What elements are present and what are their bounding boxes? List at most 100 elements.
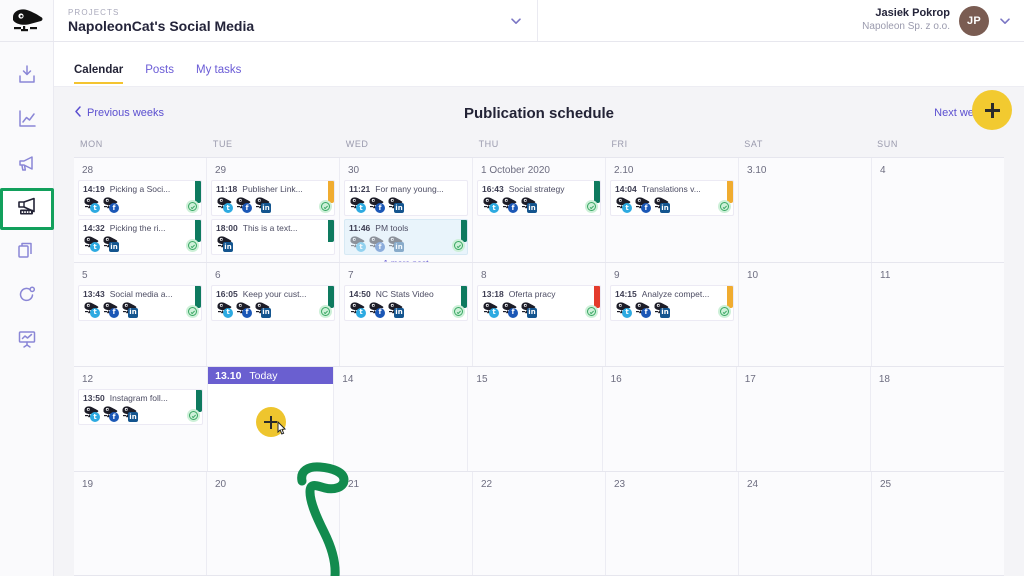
post-card[interactable]: 18:00 This is a text... in <box>211 219 335 255</box>
dow-thu: THU <box>478 139 499 149</box>
post-card[interactable]: 14:32 Picking the ri... t in <box>78 219 202 255</box>
calendar-day-cell[interactable]: 14 <box>334 367 469 471</box>
tab-calendar-label: Calendar <box>74 64 124 76</box>
post-card[interactable]: 14:15 Analyze compet... t f in <box>610 284 734 321</box>
day-number: 18 <box>878 374 890 385</box>
linkedin-badge-icon: in <box>527 307 537 318</box>
post-title: For many young... <box>375 184 444 194</box>
day-of-week-header: MON TUE WED THU FRI SAT SUN <box>74 131 1004 157</box>
post-time: 14:15 <box>615 288 637 299</box>
calendar-day-cell[interactable]: 18 <box>870 367 1004 471</box>
post-title: Instagram foll... <box>109 393 168 403</box>
calendar-day-cell[interactable]: 17 <box>736 367 871 471</box>
calendar-day-cell[interactable]: 9 14:15 Analyze compet... t f in <box>606 262 739 366</box>
calendar-day-cell[interactable]: 1 October 2020 16:43 Social strategy t f in <box>473 158 606 262</box>
post-approved-badge <box>452 304 465 318</box>
more-posts-link[interactable]: 1 more post <box>344 258 468 262</box>
main-area: Calendar Posts My tasks Previous weeks P… <box>54 42 1024 576</box>
add-post-today-button[interactable] <box>255 407 286 437</box>
calendar-day-cell[interactable]: 24 <box>739 471 872 575</box>
add-post-fab[interactable] <box>972 90 1012 130</box>
post-card[interactable]: 16:05 Keep your cust... t f in <box>211 284 335 321</box>
chevron-down-icon[interactable] <box>509 14 523 28</box>
post-card[interactable]: 11:21 For many young... t f in <box>344 180 468 216</box>
calendar-day-cell[interactable]: 23 <box>606 471 739 575</box>
calendar-day-cell[interactable]: 3.10 <box>739 158 872 262</box>
post-card[interactable]: 13:50 Instagram foll... t f in <box>78 389 204 425</box>
sidebar-item-megaphone[interactable] <box>5 144 49 186</box>
calendar-day-cell[interactable]: 29 11:18 Publisher Link... t f in 18:00 This is… <box>207 158 340 262</box>
calendar-day-cell[interactable]: 13.10 Today <box>208 367 335 471</box>
post-networks: tf <box>83 196 187 213</box>
tab-my-tasks[interactable]: My tasks <box>196 64 241 86</box>
calendar-day-cell[interactable]: 30 11:21 For many young... t f in 11:46 PM tool… <box>340 158 473 262</box>
day-number: 21 <box>348 478 360 490</box>
network-avatar-fb-icon: f <box>235 196 252 213</box>
calendar-day-cell[interactable]: 22 <box>473 471 606 575</box>
sidebar-item-reports[interactable] <box>5 320 49 362</box>
network-avatar-fb-icon: f <box>634 196 651 213</box>
project-selector[interactable]: PROJECTS NapoleonCat's Social Media <box>54 0 538 41</box>
twitter-badge-icon: t <box>90 203 100 213</box>
calendar-day-cell[interactable]: 8 13:18 Oferta pracy t f in <box>473 262 606 366</box>
chevron-down-icon[interactable] <box>998 14 1012 28</box>
calendar-day-cell[interactable]: 15 <box>468 367 603 471</box>
linkedin-badge-icon: in <box>223 242 233 252</box>
network-avatar-li-icon: in <box>387 196 404 213</box>
calendar-day-cell[interactable]: 7 14:50 NC Stats Video t f in <box>340 262 473 366</box>
calendar-day-cell[interactable]: 10 <box>739 262 872 366</box>
app-logo[interactable] <box>0 0 54 41</box>
tab-posts[interactable]: Posts <box>145 64 174 86</box>
calendar-day-cell[interactable]: 6 16:05 Keep your cust... t f in <box>207 262 340 366</box>
network-avatar-tw-icon: t <box>83 301 100 318</box>
sidebar-item-automation[interactable] <box>5 276 49 318</box>
post-header: 14:19 Picking a Soci... <box>83 184 187 194</box>
network-avatar-tw-icon: t <box>482 301 499 318</box>
calendar-day-cell[interactable]: 16 <box>602 367 737 471</box>
dow-wed: WED <box>345 139 369 149</box>
avatar[interactable]: JP <box>959 5 989 36</box>
tab-bar: Calendar Posts My tasks <box>54 42 1024 87</box>
sidebar-item-inbox[interactable] <box>5 56 49 98</box>
post-header: 16:43 Social strategy <box>482 184 586 194</box>
twitter-badge-icon: t <box>356 242 366 252</box>
post-card[interactable]: 16:43 Social strategy t f in <box>477 180 601 216</box>
post-card[interactable]: 11:18 Publisher Link... t f in <box>211 180 335 216</box>
twitter-badge-icon: t <box>356 203 366 213</box>
calendar-day-cell[interactable]: 12 13:50 Instagram foll... t f in <box>74 367 209 471</box>
sidebar-item-publisher[interactable] <box>0 188 54 230</box>
post-status-bar <box>727 181 733 203</box>
post-card[interactable]: 13:18 Oferta pracy t f in <box>477 284 601 321</box>
calendar-day-cell[interactable]: 28 14:19 Picking a Soci... t f 14:32 Picking t… <box>74 158 207 262</box>
post-time: 16:43 <box>482 184 504 194</box>
calendar-day-cell[interactable]: 2.10 14:04 Translations v... t f in <box>606 158 739 262</box>
network-avatar-tw-icon: t <box>83 405 100 422</box>
calendar-day-cell[interactable]: 25 <box>872 471 1004 575</box>
post-card[interactable]: 14:50 NC Stats Video t f in <box>344 284 468 321</box>
publisher-megaphone-icon <box>16 196 38 223</box>
calendar-day-cell[interactable]: 21 <box>340 471 473 575</box>
sidebar-item-documents[interactable] <box>5 232 49 274</box>
calendar-day-cell[interactable]: 11 <box>872 262 1004 366</box>
network-avatar-tw-icon: t <box>216 301 233 318</box>
post-card[interactable]: 11:46 PM tools t f in <box>344 219 468 255</box>
calendar-day-cell[interactable]: 4 <box>872 158 1004 262</box>
day-number: 8 <box>481 269 487 281</box>
user-menu[interactable]: Jasiek Pokrop Napoleon Sp. z o.o. JP <box>862 0 1024 41</box>
calendar-day-cell[interactable]: 19 <box>74 471 207 575</box>
user-text: Jasiek Pokrop Napoleon Sp. z o.o. <box>862 7 950 33</box>
post-card[interactable]: 14:04 Translations v... t f in <box>610 180 734 216</box>
post-header: 14:50 NC Stats Video <box>349 289 453 299</box>
post-card[interactable]: 13:43 Social media a... t f in <box>78 284 202 321</box>
post-approved-badge <box>187 409 201 422</box>
day-number: 7 <box>348 269 354 281</box>
post-card[interactable]: 14:19 Picking a Soci... t f <box>78 180 202 216</box>
post-networks: t f in <box>615 301 719 318</box>
today-label: Today <box>249 369 278 382</box>
calendar-day-cell[interactable]: 20 <box>207 471 340 575</box>
sidebar-item-analytics[interactable] <box>5 100 49 142</box>
tab-calendar[interactable]: Calendar <box>74 64 124 86</box>
twitter-badge-icon: t <box>489 203 499 213</box>
calendar-day-cell[interactable]: 5 13:43 Social media a... t f in <box>74 262 207 366</box>
day-number: 16 <box>610 374 622 385</box>
